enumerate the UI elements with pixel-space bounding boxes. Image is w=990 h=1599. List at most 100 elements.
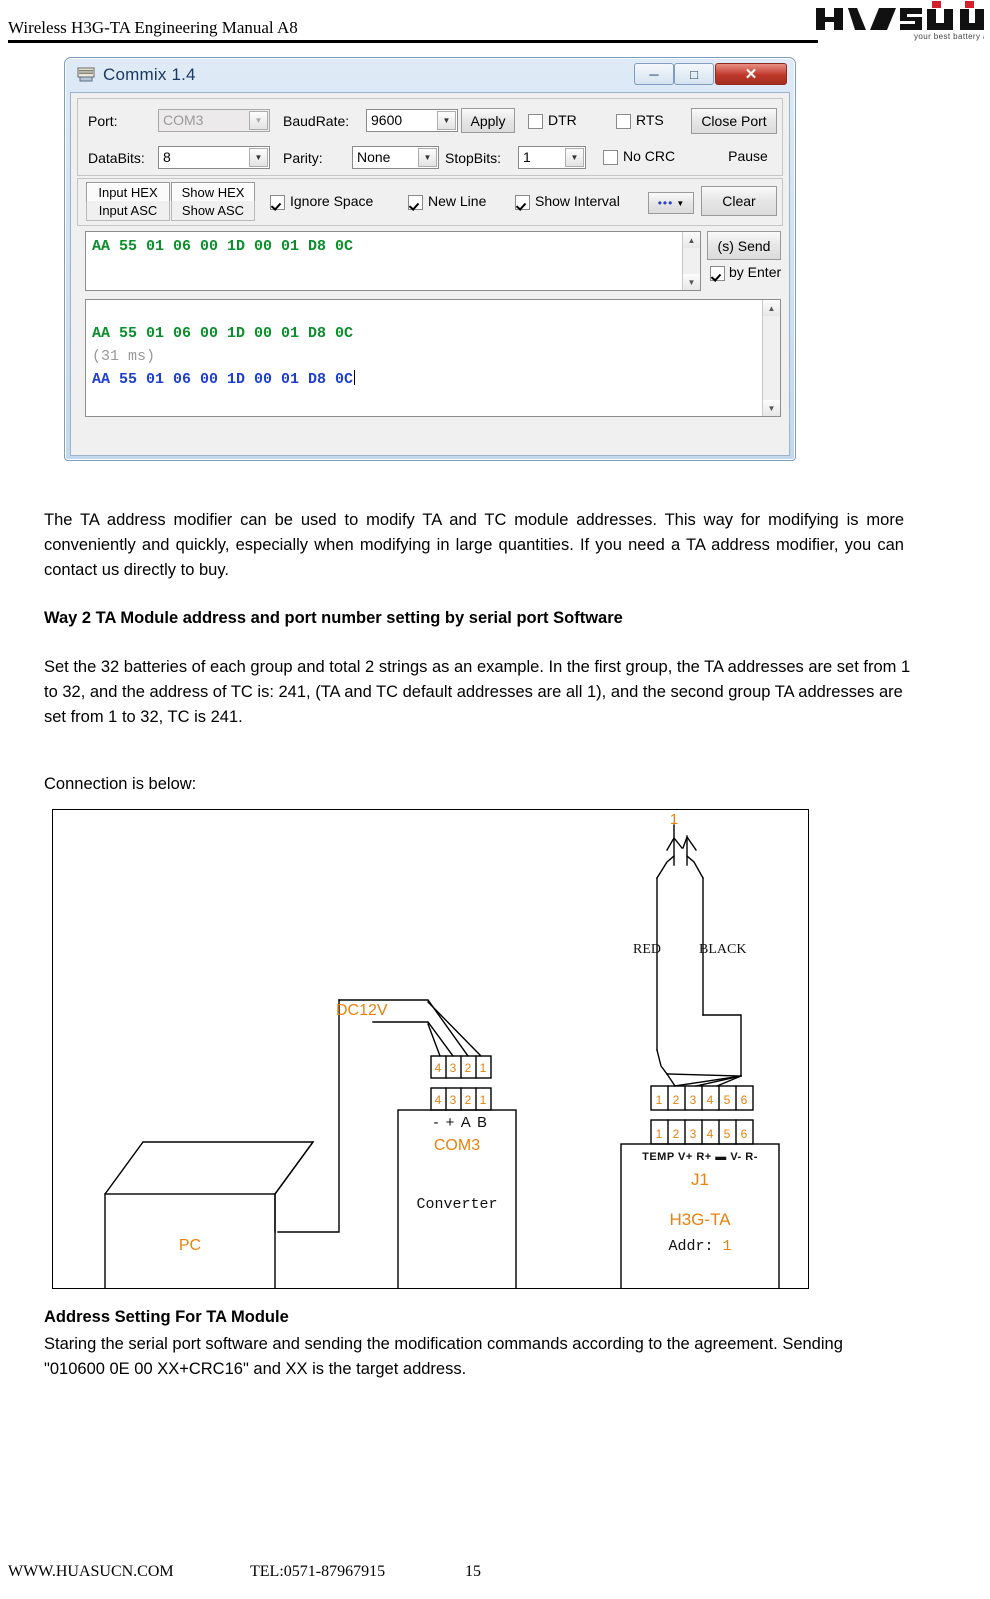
commix-client-area: Port: COM3 ▼ BaudRate: 9600 ▼ Apply DTR … bbox=[70, 92, 790, 456]
apply-button[interactable]: Apply bbox=[461, 108, 515, 133]
close-window-button[interactable]: ✕ bbox=[715, 63, 787, 85]
send-line-1: AA 55 01 06 00 1D 00 01 D8 0C bbox=[92, 238, 354, 255]
heading-address-setting: Address Setting For TA Module bbox=[44, 1308, 289, 1326]
connection-diagram: 1 RED BLACK PC DC12V 4 3 2 1 4 3 2 1 - +… bbox=[52, 809, 809, 1289]
clear-button[interactable]: Clear bbox=[701, 186, 777, 216]
page-title: Wireless H3G-TA Engineering Manual A8 bbox=[8, 18, 298, 37]
wire-red-label: RED bbox=[633, 942, 661, 957]
wire-black-label: BLACK bbox=[699, 942, 746, 957]
module-pin-5: 5 bbox=[724, 1127, 731, 1141]
more-options-button[interactable]: ••• ▼ bbox=[648, 192, 694, 214]
baudrate-select[interactable]: 9600 ▼ bbox=[366, 109, 458, 132]
no-crc-checkbox[interactable] bbox=[603, 150, 618, 165]
databits-label: DataBits: bbox=[88, 150, 145, 166]
minimize-button[interactable]: ─ bbox=[634, 63, 674, 85]
serial-settings-panel: Port: COM3 ▼ BaudRate: 9600 ▼ Apply DTR … bbox=[77, 98, 783, 176]
commix-window-title: Commix 1.4 bbox=[103, 65, 196, 84]
dtr-label: DTR bbox=[548, 112, 577, 128]
parity-select[interactable]: None ▼ bbox=[352, 146, 439, 169]
harness-pin-4: 4 bbox=[707, 1093, 714, 1107]
receive-textarea[interactable]: AA 55 01 06 00 1D 00 01 D8 0C (31 ms) AA… bbox=[85, 299, 781, 417]
ta-model-label: H3G-TA bbox=[669, 1210, 731, 1229]
ta-pin-names: TEMP V+ R+ ▬ V- R- bbox=[642, 1151, 758, 1163]
dtr-checkbox[interactable] bbox=[528, 114, 543, 129]
stopbits-select[interactable]: 1 ▼ bbox=[518, 146, 586, 169]
converter-label: Converter bbox=[416, 1196, 497, 1213]
converter-pin-names: - + A B bbox=[433, 1114, 488, 1131]
ta-address-label: Addr: 1 bbox=[668, 1238, 731, 1255]
stopbits-label: StopBits: bbox=[445, 150, 502, 166]
receive-line-3-wrap: AA 55 01 06 00 1D 00 01 D8 0C bbox=[92, 368, 760, 391]
scroll-up-icon[interactable]: ▲ bbox=[763, 300, 780, 316]
ignore-space-checkbox[interactable] bbox=[270, 195, 285, 210]
receive-scrollbar[interactable]: ▲ ▼ bbox=[762, 300, 780, 416]
module-pin-4: 4 bbox=[707, 1127, 714, 1141]
huasu-logo: your best battery advisor bbox=[814, 0, 984, 42]
show-hex-toggle[interactable]: Show HEX bbox=[171, 182, 255, 203]
commix-app-icon bbox=[77, 67, 95, 82]
scroll-up-icon[interactable]: ▲ bbox=[683, 232, 700, 248]
rts-label: RTS bbox=[636, 112, 664, 128]
harness-pin-2: 2 bbox=[673, 1093, 680, 1107]
receive-line-3: AA 55 01 06 00 1D 00 01 D8 0C bbox=[92, 371, 354, 388]
maximize-button[interactable]: □ bbox=[674, 63, 714, 85]
footer-page-number: 15 bbox=[465, 1563, 481, 1580]
dc-pin-1: 1 bbox=[480, 1061, 487, 1075]
heading-way2: Way 2 TA Module address and port number … bbox=[44, 609, 623, 627]
send-button[interactable]: (s) Send bbox=[707, 231, 781, 260]
module-pin-1: 1 bbox=[656, 1127, 663, 1141]
harness-pin-5: 5 bbox=[724, 1093, 731, 1107]
show-interval-label: Show Interval bbox=[535, 193, 620, 209]
port-select[interactable]: COM3 ▼ bbox=[158, 109, 270, 132]
ignore-space-label: Ignore Space bbox=[290, 193, 374, 209]
conv-pin-2: 2 bbox=[465, 1093, 472, 1107]
rts-checkbox[interactable] bbox=[616, 114, 631, 129]
input-asc-toggle[interactable]: Input ASC bbox=[86, 201, 170, 221]
by-enter-label: by Enter bbox=[729, 264, 782, 280]
by-enter-checkbox[interactable] bbox=[710, 266, 725, 281]
paragraph-1: The TA address modifier can be used to m… bbox=[44, 511, 904, 579]
footer-telephone: TEL:0571-87967915 bbox=[250, 1563, 386, 1580]
commix-window: Commix 1.4 ─ □ ✕ Port: COM3 ▼ BaudRate: … bbox=[64, 57, 796, 461]
pause-button[interactable]: Pause bbox=[718, 145, 778, 167]
databits-select[interactable]: 8 ▼ bbox=[158, 146, 270, 169]
no-crc-label: No CRC bbox=[623, 148, 676, 164]
send-scrollbar[interactable]: ▲ ▼ bbox=[682, 232, 700, 290]
baudrate-label: BaudRate: bbox=[283, 113, 350, 129]
commix-titlebar[interactable]: Commix 1.4 ─ □ ✕ bbox=[65, 58, 795, 92]
dc12v-label: DC12V bbox=[336, 1002, 388, 1019]
text-caret bbox=[354, 370, 356, 385]
parity-value: None bbox=[357, 149, 391, 165]
close-port-button[interactable]: Close Port bbox=[691, 108, 777, 134]
scroll-down-icon[interactable]: ▼ bbox=[763, 400, 780, 416]
stopbits-value: 1 bbox=[523, 149, 531, 165]
harness-pin-6: 6 bbox=[741, 1093, 748, 1107]
show-interval-checkbox[interactable] bbox=[515, 195, 530, 210]
parity-label: Parity: bbox=[283, 150, 323, 166]
receive-line-1: AA 55 01 06 00 1D 00 01 D8 0C bbox=[92, 325, 354, 342]
receive-text-content: AA 55 01 06 00 1D 00 01 D8 0C (31 ms) AA… bbox=[92, 322, 760, 391]
conv-pin-1: 1 bbox=[480, 1093, 487, 1107]
paragraph-3: Connection is below: bbox=[44, 775, 197, 793]
logo-tagline-text: your best battery advisor bbox=[914, 32, 984, 41]
harness-pin-1: 1 bbox=[656, 1093, 663, 1107]
databits-value: 8 bbox=[163, 149, 171, 165]
send-textarea[interactable]: AA 55 01 06 00 1D 00 01 D8 0C ▲ ▼ bbox=[85, 231, 701, 291]
scroll-down-icon[interactable]: ▼ bbox=[683, 274, 700, 290]
dc-pin-2: 2 bbox=[465, 1061, 472, 1075]
footer-website: WWW.HUASUCN.COM bbox=[8, 1563, 174, 1580]
chevron-down-icon: ▼ bbox=[565, 148, 584, 167]
battery-label: 1 bbox=[670, 811, 678, 828]
input-hex-toggle[interactable]: Input HEX bbox=[86, 182, 170, 203]
ta-connector-label: J1 bbox=[691, 1170, 709, 1189]
show-asc-toggle[interactable]: Show ASC bbox=[171, 201, 255, 221]
new-line-checkbox[interactable] bbox=[408, 195, 423, 210]
header-divider bbox=[8, 40, 818, 43]
format-options-panel: Input HEX Input ASC Show HEX Show ASC Ig… bbox=[77, 178, 783, 226]
page-footer: WWW.HUASUCN.COM TEL:0571-87967915 15 bbox=[0, 1563, 990, 1589]
new-line-label: New Line bbox=[428, 193, 487, 209]
conv-pin-4: 4 bbox=[435, 1093, 442, 1107]
conv-pin-3: 3 bbox=[450, 1093, 457, 1107]
chevron-down-icon: ▼ bbox=[249, 111, 268, 130]
dc-pin-3: 3 bbox=[450, 1061, 457, 1075]
